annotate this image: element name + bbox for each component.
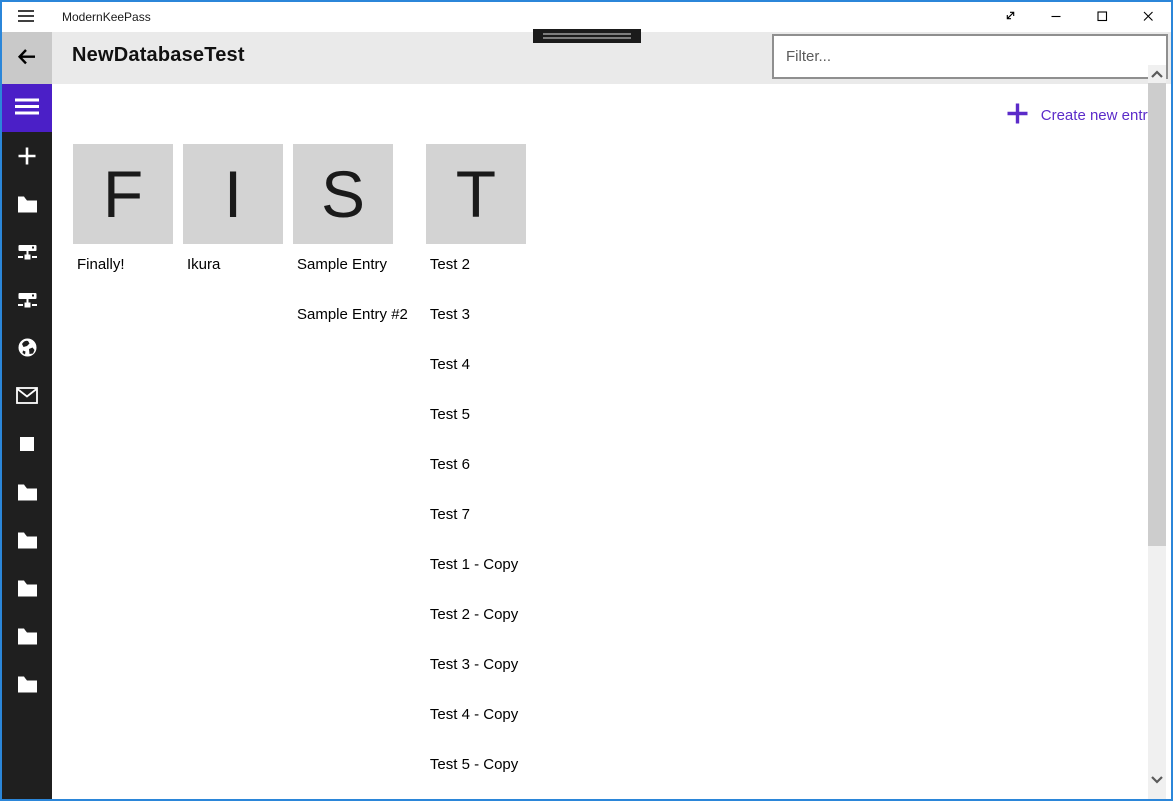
sidebar-item[interactable] — [2, 421, 52, 469]
entry-item[interactable]: Test 5 — [426, 406, 526, 456]
group-letter: I — [224, 161, 242, 227]
sidebar-item[interactable] — [2, 133, 52, 181]
sidebar-item[interactable] — [2, 181, 52, 229]
server-tree-icon — [17, 243, 38, 264]
entry-group: F Finally! — [73, 144, 173, 306]
hamburger-icon — [17, 9, 35, 26]
folder-icon — [17, 675, 38, 696]
create-new-entry-button[interactable]: Create new entry — [1006, 102, 1155, 129]
chevron-down-icon — [1150, 773, 1164, 788]
window-controls — [987, 2, 1171, 32]
entry-item[interactable]: Test 4 - Copy — [426, 706, 526, 756]
page-title: NewDatabaseTest — [72, 44, 245, 67]
entry-item[interactable]: Finally! — [73, 256, 173, 306]
title-bar: ModernKeePass — [2, 2, 1171, 32]
globe-icon — [17, 337, 38, 361]
titlebar-menu-button[interactable] — [2, 2, 50, 32]
server-tree-icon — [17, 291, 38, 312]
entry-item[interactable]: Sample Entry #2 — [293, 306, 416, 356]
entry-groups: F Finally! I Ikura S Sample EntrySample Entry… — [52, 144, 1171, 801]
entry-item[interactable]: Test 7 — [426, 506, 526, 556]
folder-icon — [17, 483, 38, 504]
close-button[interactable] — [1125, 2, 1171, 32]
filter-input[interactable] — [772, 34, 1168, 79]
entry-item[interactable]: Test 5 - Copy — [426, 756, 526, 801]
sidebar-item[interactable] — [2, 661, 52, 709]
panel-handle[interactable] — [533, 29, 641, 43]
square-icon — [20, 437, 34, 454]
scroll-down-button[interactable] — [1148, 771, 1166, 789]
fullscreen-button[interactable] — [987, 2, 1033, 32]
diagonal-resize-icon — [1003, 8, 1018, 26]
chevron-up-icon — [1150, 67, 1164, 82]
sidebar — [2, 84, 52, 799]
entry-group: TTest 2Test 3Test 4Test 5Test 6Test 7Tes… — [426, 144, 526, 801]
close-icon — [1141, 9, 1155, 26]
entry-item[interactable]: Sample Entry — [293, 256, 416, 306]
add-icon — [17, 146, 37, 169]
folder-icon — [17, 627, 38, 648]
toolbar: Create new entry — [52, 84, 1171, 130]
folder-icon — [17, 195, 38, 216]
maximize-button[interactable] — [1079, 2, 1125, 32]
sidebar-items — [2, 132, 52, 709]
sidebar-item[interactable] — [2, 325, 52, 373]
group-tile[interactable]: S — [293, 144, 393, 244]
sidebar-item[interactable] — [2, 469, 52, 517]
entry-item[interactable]: Test 6 — [426, 456, 526, 506]
scroll-up-button[interactable] — [1148, 65, 1166, 83]
back-button[interactable] — [2, 32, 52, 84]
entry-group: S Sample EntrySample Entry #2 — [293, 144, 416, 356]
app-title: ModernKeePass — [62, 10, 151, 24]
sidebar-item[interactable] — [2, 613, 52, 661]
hamburger-icon — [14, 97, 40, 119]
entry-item[interactable]: Test 4 — [426, 356, 526, 406]
group-letter: S — [321, 161, 365, 227]
back-arrow-icon — [16, 47, 38, 70]
group-tile[interactable]: F — [73, 144, 173, 244]
sidebar-item[interactable] — [2, 277, 52, 325]
handle-line — [543, 37, 631, 39]
entry-group: I Ikura — [183, 144, 283, 306]
sidebar-item[interactable] — [2, 565, 52, 613]
handle-line — [543, 33, 631, 35]
sidebar-item[interactable] — [2, 373, 52, 421]
vertical-scrollbar[interactable] — [1148, 65, 1166, 799]
app-window: ModernKeePass — [0, 0, 1173, 801]
nav-toggle-button[interactable] — [2, 84, 52, 132]
group-letter: F — [103, 161, 143, 227]
minimize-icon — [1049, 9, 1063, 26]
minimize-button[interactable] — [1033, 2, 1079, 32]
folder-icon — [17, 531, 38, 552]
group-tile[interactable]: I — [183, 144, 283, 244]
group-tile[interactable]: T — [426, 144, 526, 244]
folder-icon — [17, 579, 38, 600]
scrollbar-thumb[interactable] — [1148, 83, 1166, 546]
maximize-icon — [1095, 9, 1109, 26]
entry-item[interactable]: Ikura — [183, 256, 283, 306]
entry-item[interactable]: Test 2 — [426, 256, 526, 306]
mail-icon — [16, 387, 38, 407]
sidebar-item[interactable] — [2, 517, 52, 565]
entry-item[interactable]: Test 3 - Copy — [426, 656, 526, 706]
group-letter: T — [456, 161, 496, 227]
main-content: Create new entry F Finally! I Ikura S Sample … — [52, 84, 1171, 799]
sidebar-item[interactable] — [2, 229, 52, 277]
plus-icon — [1006, 102, 1029, 129]
create-new-entry-label: Create new entry — [1041, 107, 1155, 124]
entry-item[interactable]: Test 3 — [426, 306, 526, 356]
entry-item[interactable]: Test 2 - Copy — [426, 606, 526, 656]
entry-item[interactable]: Test 1 - Copy — [426, 556, 526, 606]
